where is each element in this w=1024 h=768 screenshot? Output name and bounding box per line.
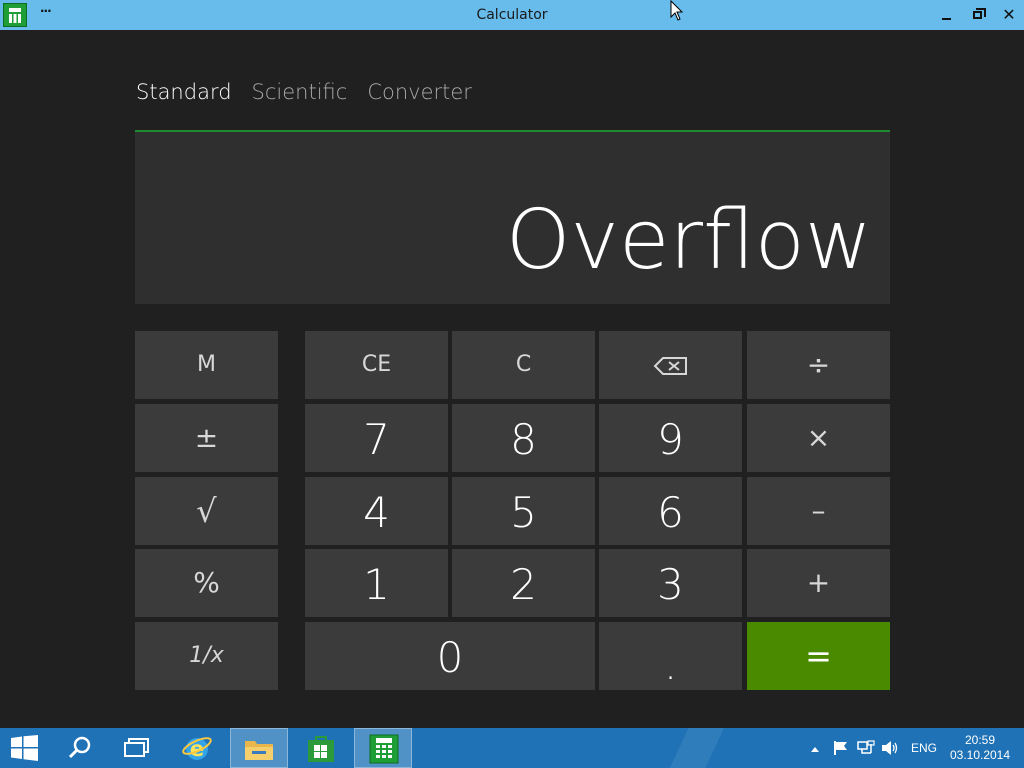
windows-logo-icon bbox=[11, 735, 38, 761]
window-title: Calculator bbox=[476, 7, 548, 23]
multiply-button[interactable]: × bbox=[747, 404, 890, 472]
add-label: + bbox=[806, 566, 831, 599]
minimize-icon bbox=[942, 18, 951, 20]
equals-label: = bbox=[805, 637, 832, 675]
percent-label: % bbox=[193, 566, 220, 599]
digit-label: 5 bbox=[510, 488, 537, 537]
mouse-pointer-icon bbox=[670, 0, 684, 21]
search-icon bbox=[68, 736, 91, 759]
clock[interactable]: 20:59 03.10.2014 bbox=[944, 733, 1016, 763]
digit-1-button[interactable]: 1 bbox=[305, 549, 448, 617]
digit-5-button[interactable]: 5 bbox=[452, 477, 595, 545]
digit-0-button[interactable]: 0 bbox=[305, 622, 595, 690]
store-icon bbox=[308, 736, 334, 762]
digit-label: 9 bbox=[657, 415, 684, 464]
file-explorer-button[interactable] bbox=[230, 728, 288, 768]
digit-4-button[interactable]: 4 bbox=[305, 477, 448, 545]
show-hidden-icons-icon[interactable] bbox=[810, 745, 820, 753]
file-explorer-icon bbox=[245, 741, 273, 760]
tab-converter[interactable]: Converter bbox=[367, 80, 472, 110]
task-view-button[interactable] bbox=[110, 728, 164, 768]
restore-icon bbox=[973, 8, 986, 19]
subtract-button[interactable]: – bbox=[747, 477, 890, 545]
start-button[interactable] bbox=[0, 728, 50, 768]
calculator-icon bbox=[369, 734, 399, 764]
digit-label: 0 bbox=[436, 633, 464, 682]
negate-label: ± bbox=[194, 421, 219, 454]
store-button[interactable] bbox=[292, 728, 350, 768]
subtract-label: – bbox=[811, 494, 826, 527]
decimal-label: . bbox=[663, 640, 678, 689]
result-display: Overflow bbox=[135, 130, 890, 304]
minimize-button[interactable] bbox=[932, 0, 962, 30]
calculator-taskbar-button[interactable] bbox=[354, 728, 412, 768]
digit-label: 1 bbox=[363, 560, 390, 609]
mode-tabs: Standard Scientific Converter bbox=[136, 80, 492, 110]
clock-date: 03.10.2014 bbox=[949, 748, 1011, 762]
display-value: Overflow bbox=[505, 193, 872, 288]
tab-scientific[interactable]: Scientific bbox=[252, 80, 348, 110]
search-button[interactable] bbox=[52, 728, 106, 768]
clear-button[interactable]: C bbox=[452, 331, 595, 399]
digit-6-button[interactable]: 6 bbox=[599, 477, 742, 545]
square-root-button[interactable]: √ bbox=[135, 477, 278, 545]
percent-button[interactable]: % bbox=[135, 549, 278, 617]
digit-label: 4 bbox=[363, 488, 390, 537]
clock-time: 20:59 bbox=[964, 733, 996, 747]
calculator-app-icon[interactable] bbox=[3, 3, 27, 27]
digit-label: 7 bbox=[363, 415, 390, 464]
action-center-flag-icon[interactable] bbox=[833, 740, 849, 756]
memory-label: M bbox=[197, 352, 216, 377]
close-button[interactable]: ✕ bbox=[994, 0, 1024, 30]
language-indicator[interactable]: ENG bbox=[911, 741, 937, 755]
divide-button[interactable]: ÷ bbox=[747, 331, 890, 399]
digit-8-button[interactable]: 8 bbox=[452, 404, 595, 472]
decimal-button[interactable]: . bbox=[599, 622, 742, 690]
reciprocal-label: 1/x bbox=[189, 643, 224, 668]
backspace-button[interactable] bbox=[599, 331, 742, 399]
digit-2-button[interactable]: 2 bbox=[452, 549, 595, 617]
equals-button[interactable]: = bbox=[747, 622, 890, 690]
restore-button[interactable] bbox=[962, 0, 992, 30]
title-bar: ··· Calculator ✕ bbox=[0, 0, 1024, 30]
clear-entry-label: CE bbox=[361, 352, 392, 377]
digit-label: 3 bbox=[657, 560, 684, 609]
negate-button[interactable]: ± bbox=[135, 404, 278, 472]
digit-3-button[interactable]: 3 bbox=[599, 549, 742, 617]
digit-label: 8 bbox=[510, 415, 537, 464]
network-icon[interactable] bbox=[857, 740, 875, 756]
digit-7-button[interactable]: 7 bbox=[305, 404, 448, 472]
divide-label: ÷ bbox=[806, 348, 831, 381]
internet-explorer-button[interactable]: e bbox=[168, 728, 226, 768]
reciprocal-button[interactable]: 1/x bbox=[135, 622, 278, 690]
backspace-icon bbox=[653, 357, 687, 375]
digit-label: 6 bbox=[657, 488, 684, 537]
internet-explorer-icon: e bbox=[182, 737, 212, 761]
memory-button[interactable]: M bbox=[135, 331, 278, 399]
digit-label: 2 bbox=[510, 560, 537, 609]
volume-icon[interactable] bbox=[881, 740, 899, 756]
multiply-label: × bbox=[806, 421, 831, 454]
clear-entry-button[interactable]: CE bbox=[305, 331, 448, 399]
clear-label: C bbox=[515, 352, 532, 377]
task-view-icon bbox=[124, 738, 149, 757]
digit-9-button[interactable]: 9 bbox=[599, 404, 742, 472]
add-button[interactable]: + bbox=[747, 549, 890, 617]
tab-standard[interactable]: Standard bbox=[136, 80, 232, 110]
square-root-label: √ bbox=[196, 492, 217, 530]
app-menu-button[interactable]: ··· bbox=[40, 4, 52, 18]
taskbar: e ENG 20:59 03.10.2014 bbox=[0, 728, 1024, 768]
